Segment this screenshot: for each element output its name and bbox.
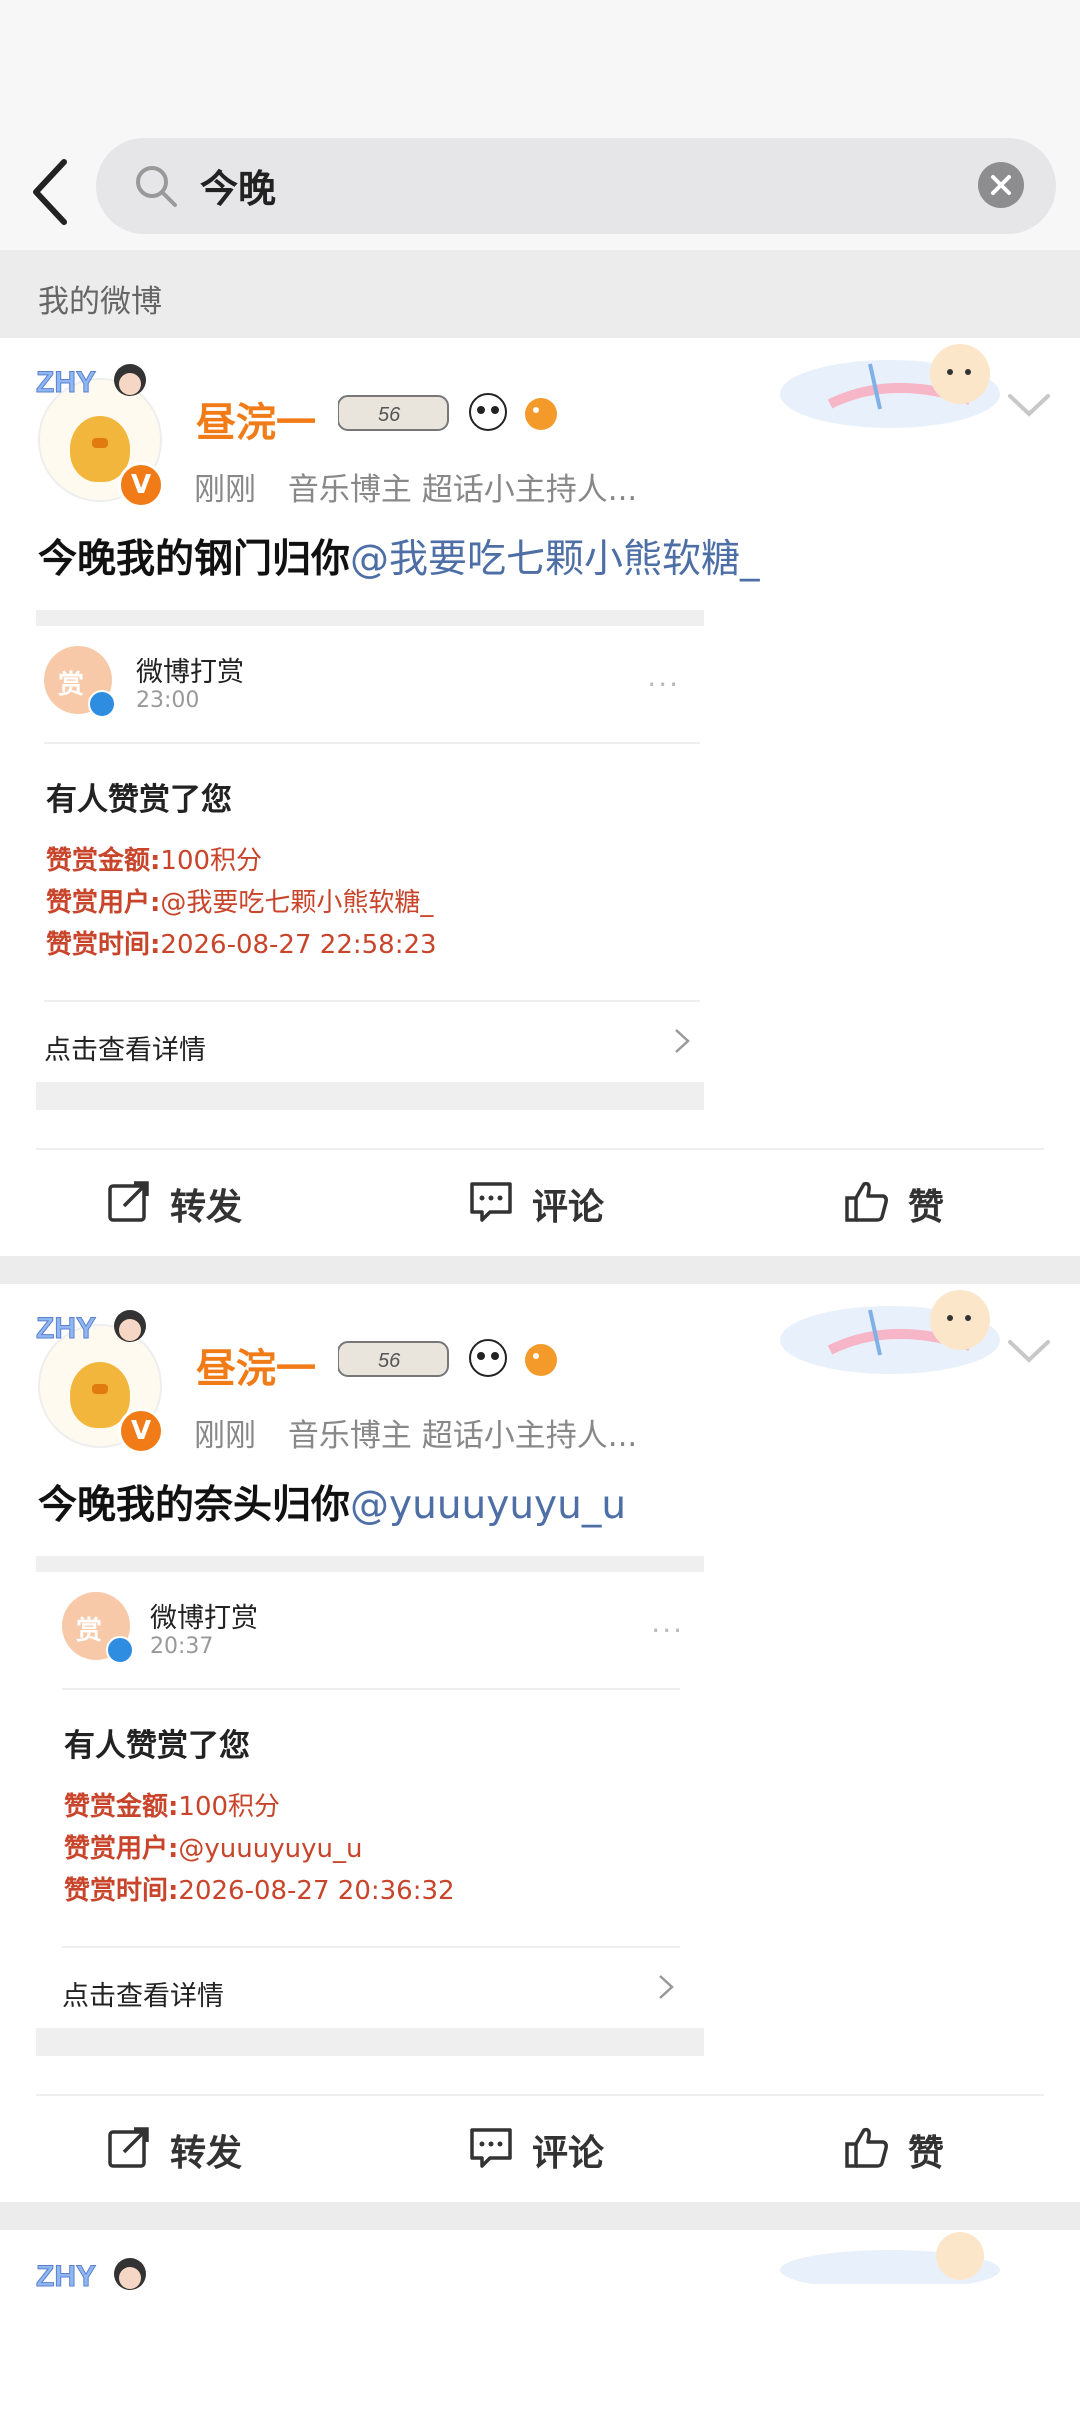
reward-card[interactable]: 赏 微博打赏 23:00 ··· 有人赞赏了您 赞赏金额:100积分 赞赏用户:… <box>36 610 704 1110</box>
post-text: 今晚我的钢门归你@我要吃七颗小熊软糖_ <box>38 528 760 584</box>
post-actions: 转发 评论 赞 <box>36 2094 1044 2204</box>
svg-text:ZHY: ZHY <box>36 1312 96 1345</box>
post-meta: 刚刚 音乐博主 超话小主持人... <box>194 1410 637 1455</box>
reward-sender-time: 20:37 <box>150 1634 214 1659</box>
thumbs-up-icon <box>845 1181 888 1222</box>
comment-icon <box>470 2128 512 2168</box>
chevron-right-icon <box>675 1029 690 1053</box>
reward-avatar: 赏 <box>62 1592 134 1664</box>
avatar-frame-decoration: ZHY <box>36 1310 146 1346</box>
svg-text:ZHY: ZHY <box>36 366 96 399</box>
chevron-down-icon[interactable] <box>1004 1332 1054 1368</box>
reward-avatar: 赏 <box>44 646 116 718</box>
reward-user-row: 赞赏用户:@yuuuyuyu_u <box>64 1834 363 1864</box>
card-skin-decoration <box>780 2232 1000 2284</box>
author-tags: 音乐博主 超话小主持人... <box>287 472 638 508</box>
reward-time-row: 赞赏时间:2026-08-27 20:36:32 <box>64 1876 455 1906</box>
more-icon[interactable]: ··· <box>651 1614 684 1647</box>
weibo-post[interactable]: ZHY V 昼浣一 56 刚刚 音乐博主 超话小主持人... 今晚我的奈头归你@… <box>0 1284 1080 2202</box>
post-text: 今晚我的奈头归你@yuuuyuyu_u <box>38 1474 626 1530</box>
post-time: 刚刚 <box>194 472 256 508</box>
section-header: 我的微博 <box>0 250 1080 338</box>
search-query-text: 今晚 <box>200 167 277 211</box>
reward-title: 有人赞赏了您 <box>46 782 232 818</box>
reward-time-row: 赞赏时间:2026-08-27 22:58:23 <box>46 930 437 960</box>
comment-label: 评论 <box>532 2133 605 2174</box>
author-name[interactable]: 昼浣一 <box>196 1336 316 1394</box>
author-tags: 音乐博主 超话小主持人... <box>287 1418 638 1454</box>
verified-icon <box>88 690 116 718</box>
reward-sender-time: 23:00 <box>136 688 200 713</box>
share-label: 转发 <box>170 1187 243 1228</box>
comment-label: 评论 <box>532 1187 605 1228</box>
search-icon <box>136 166 177 207</box>
avatar-frame-decoration: ZHY <box>36 2258 146 2294</box>
post-body-text: 今晚我的钢门归你 <box>38 537 351 582</box>
verified-badge-icon: V <box>118 1408 164 1454</box>
more-icon[interactable]: ··· <box>647 668 680 701</box>
medal-badges-icon: 56 <box>338 1339 557 1377</box>
search-bar-row: 今晚 <box>0 138 1080 250</box>
post-time: 刚刚 <box>194 1418 256 1454</box>
mention-link[interactable]: @yuuuyuyu_u <box>350 1483 626 1528</box>
reward-amount-row: 赞赏金额:100积分 <box>46 846 263 876</box>
avatar-frame-decoration: ZHY <box>36 364 146 400</box>
comment-icon <box>470 1182 512 1222</box>
reward-title: 有人赞赏了您 <box>64 1728 250 1764</box>
status-bar-area <box>0 0 1080 138</box>
reward-amount-row: 赞赏金额:100积分 <box>64 1792 281 1822</box>
card-skin-decoration <box>780 1290 1000 1374</box>
post-meta: 刚刚 音乐博主 超话小主持人... <box>194 464 637 509</box>
share-label: 转发 <box>170 2133 243 2174</box>
verified-badge-icon: V <box>118 462 164 508</box>
verified-icon <box>106 1636 134 1664</box>
view-details-link[interactable]: 点击查看详情 <box>44 1028 206 1067</box>
share-icon <box>108 2127 149 2168</box>
author-name[interactable]: 昼浣一 <box>196 390 316 448</box>
like-label: 赞 <box>908 2133 945 2174</box>
svg-text:ZHY: ZHY <box>36 2260 96 2293</box>
thumbs-up-icon <box>845 2127 888 2168</box>
svg-text:56: 56 <box>378 1350 401 1372</box>
weibo-post[interactable]: ZHY V 昼浣一 56 刚刚 音乐博主 超话小主持人... 今晚我的钢门归你@… <box>0 338 1080 1256</box>
chevron-right-icon <box>659 1975 674 1999</box>
search-input[interactable]: 今晚 <box>96 138 1056 234</box>
section-title: 我的微博 <box>38 284 162 320</box>
post-divider <box>0 2202 1080 2230</box>
back-arrow-icon[interactable] <box>24 152 84 232</box>
reward-user-row: 赞赏用户:@我要吃七颗小熊软糖_ <box>46 888 434 918</box>
view-details-link[interactable]: 点击查看详情 <box>62 1974 224 2013</box>
svg-text:56: 56 <box>378 404 401 426</box>
chevron-down-icon[interactable] <box>1004 386 1054 422</box>
post-actions: 转发 评论 赞 <box>36 1148 1044 1258</box>
share-icon <box>108 1181 149 1222</box>
reward-card[interactable]: 赏 微博打赏 20:37 ··· 有人赞赏了您 赞赏金额:100积分 赞赏用户:… <box>36 1556 704 2056</box>
next-post-partial[interactable]: ZHY <box>0 2230 1080 2412</box>
medal-badges-icon: 56 <box>338 393 557 431</box>
reward-sender: 微博打赏 <box>136 657 244 688</box>
reward-sender: 微博打赏 <box>150 1603 258 1634</box>
like-label: 赞 <box>908 1187 945 1228</box>
post-body-text: 今晚我的奈头归你 <box>38 1483 351 1528</box>
clear-search-icon[interactable] <box>978 162 1024 208</box>
mention-link[interactable]: @我要吃七颗小熊软糖_ <box>350 537 760 582</box>
card-skin-decoration <box>780 344 1000 428</box>
